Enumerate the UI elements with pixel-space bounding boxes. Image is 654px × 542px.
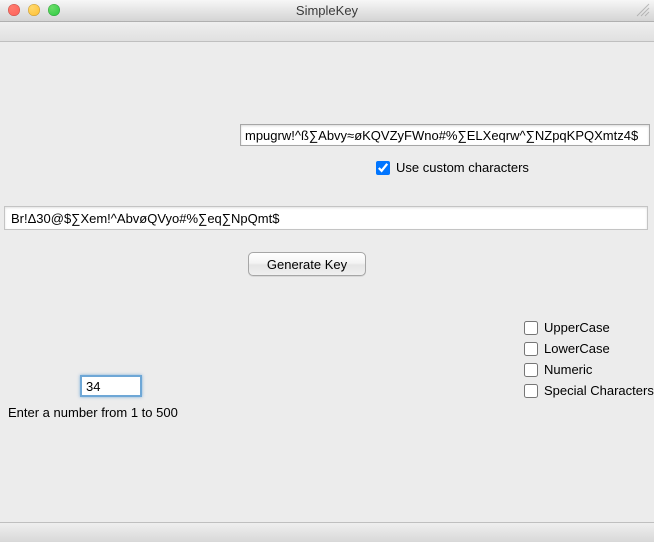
options-group: UpperCase LowerCase Numeric Special Char… <box>524 320 654 398</box>
status-strip <box>0 522 654 542</box>
custom-chars-input[interactable] <box>240 124 650 146</box>
window-title: SimpleKey <box>296 3 358 18</box>
lowercase-label: LowerCase <box>544 341 610 356</box>
toolbar-strip <box>0 22 654 42</box>
zoom-icon[interactable] <box>48 4 60 16</box>
resize-icon[interactable] <box>636 3 650 17</box>
option-numeric[interactable]: Numeric <box>524 362 654 377</box>
uppercase-checkbox[interactable] <box>524 321 538 335</box>
numeric-label: Numeric <box>544 362 592 377</box>
generated-key-output[interactable] <box>4 206 648 230</box>
close-icon[interactable] <box>8 4 20 16</box>
numeric-checkbox[interactable] <box>524 363 538 377</box>
lowercase-checkbox[interactable] <box>524 342 538 356</box>
use-custom-checkbox[interactable] <box>376 161 390 175</box>
content-area: Use custom characters Generate Key Upper… <box>0 42 654 522</box>
window-controls <box>8 4 60 16</box>
minimize-icon[interactable] <box>28 4 40 16</box>
generate-button[interactable]: Generate Key <box>248 252 366 276</box>
uppercase-label: UpperCase <box>544 320 610 335</box>
length-input[interactable] <box>80 375 142 397</box>
special-checkbox[interactable] <box>524 384 538 398</box>
length-helper-text: Enter a number from 1 to 500 <box>8 405 178 420</box>
use-custom-label: Use custom characters <box>396 160 529 175</box>
special-label: Special Characters <box>544 383 654 398</box>
option-special[interactable]: Special Characters <box>524 383 654 398</box>
window-titlebar: SimpleKey <box>0 0 654 22</box>
use-custom-row: Use custom characters <box>376 160 529 175</box>
option-lowercase[interactable]: LowerCase <box>524 341 654 356</box>
option-uppercase[interactable]: UpperCase <box>524 320 654 335</box>
